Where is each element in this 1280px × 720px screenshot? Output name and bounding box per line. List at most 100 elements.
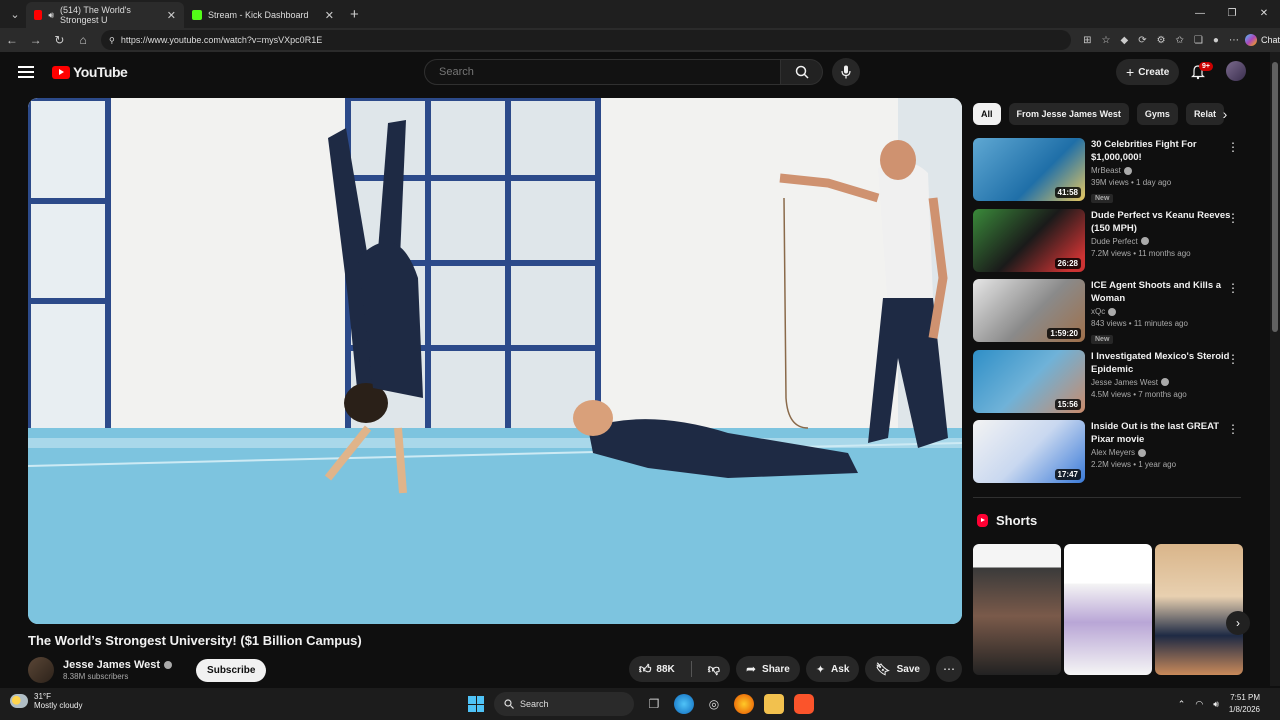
list-item[interactable]: 15:56 I Investigated Mexico's Steroid Ep… (973, 349, 1245, 421)
firefox-browser-icon[interactable] (734, 694, 754, 714)
channel-avatar[interactable] (28, 657, 54, 683)
voice-search-button[interactable] (832, 58, 860, 86)
video-thumbnail[interactable]: 41:58 (973, 138, 1085, 201)
chip-from-channel[interactable]: From Jesse James West (1008, 103, 1129, 125)
share-button[interactable]: ➦ Share (735, 656, 800, 682)
volume-icon[interactable]: 🔊︎ (1213, 699, 1219, 710)
channel-name-text: xQc (1091, 307, 1106, 316)
tab-kick[interactable]: Stream - Kick Dashboard ✕ (184, 2, 342, 28)
profile-icon[interactable]: ● (1213, 35, 1219, 46)
save-button[interactable]: 🔖︎ Save (865, 656, 930, 682)
youtube-play-icon (52, 65, 70, 79)
copilot-chat-button[interactable]: Chat (1244, 34, 1280, 46)
subscribe-button[interactable]: Subscribe (196, 658, 267, 682)
list-item[interactable]: 26:28 Dude Perfect vs Keanu Reeves (150 … (973, 208, 1245, 280)
verified-check-icon (1138, 448, 1147, 457)
favorite-star-icon[interactable]: ☆ (1102, 35, 1111, 46)
app-available-icon[interactable]: ⊞ (1083, 35, 1091, 46)
minimize-icon[interactable]: — (1184, 0, 1216, 28)
edge-browser-icon[interactable] (674, 694, 694, 714)
duration-badge: 17:47 (1054, 469, 1081, 480)
list-item[interactable]: 17:47 Inside Out is the last GREAT Pixar… (973, 420, 1245, 491)
channel-name[interactable]: Jesse James West (63, 659, 173, 671)
duration-badge: 41:58 (1054, 187, 1081, 198)
site-info-icon[interactable]: ⚲ (109, 36, 115, 45)
scroll-thumb[interactable] (1272, 62, 1278, 332)
refresh-icon[interactable]: ↻ (48, 33, 72, 47)
page-scrollbar[interactable] (1270, 52, 1280, 686)
close-window-icon[interactable]: ✕ (1248, 0, 1280, 28)
chip-all[interactable]: All (973, 103, 1001, 125)
shorts-title: Shorts (996, 513, 1038, 528)
short-thumbnail[interactable] (1155, 544, 1243, 675)
video-title: 30 Celebrities Fight For $1,000,000! (1091, 139, 1197, 163)
forward-icon[interactable]: → (24, 33, 48, 47)
more-actions-icon[interactable]: ⋯ (936, 656, 962, 682)
more-icon[interactable]: ⋯ (1229, 35, 1239, 46)
speaker-icon[interactable]: 🔊︎ (48, 10, 54, 21)
filter-chips: All From Jesse James West Gyms Relat (973, 103, 1253, 125)
chip-gyms[interactable]: Gyms (1136, 103, 1178, 125)
new-tab-icon[interactable]: + (350, 6, 359, 23)
clock[interactable]: 7:51 PM 1/8/2026 (1229, 692, 1260, 716)
back-icon[interactable]: ← (0, 33, 24, 47)
more-vert-icon[interactable]: ⋮ (1227, 140, 1239, 154)
plus-icon: + (1126, 64, 1135, 80)
more-vert-icon[interactable]: ⋮ (1227, 211, 1239, 225)
kick-favicon-icon (192, 10, 202, 20)
menu-icon[interactable] (18, 66, 34, 78)
like-count: 88K (656, 663, 675, 675)
video-player[interactable] (28, 98, 962, 624)
like-button[interactable]: 👍︎ 88K (629, 656, 685, 682)
task-view-icon[interactable]: ❐ (644, 694, 664, 714)
home-icon[interactable]: ⌂ (71, 33, 95, 47)
search-input[interactable] (424, 59, 781, 85)
close-icon[interactable]: ✕ (167, 9, 176, 22)
chevron-up-icon[interactable]: ⌃ (1178, 699, 1186, 710)
tab-label: Stream - Kick Dashboard (208, 10, 309, 20)
list-item[interactable]: 41:58 30 Celebrities Fight For $1,000,00… (973, 138, 1245, 209)
short-thumbnail[interactable] (1064, 544, 1152, 675)
window-controls: — ❐ ✕ (1184, 0, 1280, 28)
video-stats: 843 views • 11 minutes ago (1091, 319, 1188, 328)
video-thumbnail[interactable]: 1:59:20 (973, 279, 1085, 342)
more-vert-icon[interactable]: ⋮ (1227, 352, 1239, 366)
taskbar-search[interactable]: Search (494, 692, 634, 716)
video-meta: I Investigated Mexico's Steroid Epidemic… (1091, 350, 1231, 421)
chrome-browser-icon[interactable]: ◎ (704, 694, 724, 714)
account-avatar[interactable] (1226, 61, 1246, 81)
collections-icon[interactable]: ❏ (1194, 35, 1203, 46)
wifi-icon[interactable]: ◠ (1195, 699, 1203, 710)
extension-icon[interactable]: ◆ (1120, 35, 1128, 46)
refresh-extension-icon[interactable]: ⟳ (1138, 35, 1146, 46)
url-field[interactable]: ⚲ https://www.youtube.com/watch?v=mysVXp… (101, 30, 1072, 50)
brave-browser-icon[interactable] (794, 694, 814, 714)
search-button[interactable] (781, 59, 823, 85)
video-thumbnail[interactable]: 26:28 (973, 208, 1085, 272)
favorites-icon[interactable]: ✩ (1176, 35, 1184, 46)
youtube-header: YouTube + Create (0, 52, 1270, 92)
more-vert-icon[interactable]: ⋮ (1227, 422, 1239, 436)
file-explorer-icon[interactable] (764, 694, 784, 714)
windows-start-icon[interactable] (468, 696, 484, 712)
more-vert-icon[interactable]: ⋮ (1227, 281, 1239, 295)
create-button[interactable]: + Create (1116, 59, 1180, 85)
restore-icon[interactable]: ❐ (1216, 0, 1248, 28)
video-thumbnail[interactable]: 15:56 (973, 349, 1085, 413)
video-thumbnail[interactable]: 17:47 (973, 420, 1085, 483)
tab-actions-menu-icon[interactable]: ⌄ (4, 3, 26, 25)
weather-widget[interactable]: 31°F Mostly cloudy (10, 692, 82, 710)
tab-youtube[interactable]: 🔊︎ (514) The World's Strongest U ✕ (26, 2, 184, 28)
short-thumbnail[interactable] (973, 544, 1061, 675)
bookmark-icon: 🔖︎ (875, 662, 891, 676)
youtube-logo[interactable]: YouTube (52, 64, 128, 80)
ask-button[interactable]: ✦ Ask (805, 656, 860, 682)
dislike-button[interactable]: 👎︎ (698, 656, 730, 682)
logo-text: YouTube (73, 64, 128, 80)
chevron-right-icon[interactable]: › (1216, 105, 1234, 123)
chevron-right-icon[interactable]: › (1226, 611, 1250, 635)
extensions-icon[interactable]: ⚙ (1157, 35, 1166, 46)
close-icon[interactable]: ✕ (325, 9, 334, 22)
list-item[interactable]: 1:59:20 ICE Agent Shoots and Kills a Wom… (973, 279, 1245, 350)
cloudy-weather-icon (10, 694, 28, 708)
